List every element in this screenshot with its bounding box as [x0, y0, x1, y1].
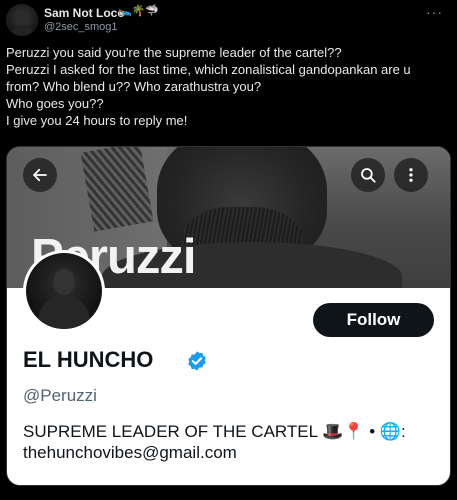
author-handle[interactable]: @2sec_smog1 [44, 21, 118, 33]
tweet-text-line: I give you 24 hours to reply me! [6, 113, 188, 128]
profile-bio: SUPREME LEADER OF THE CARTEL 🎩📍 • 🌐: the… [23, 421, 406, 463]
author-name[interactable]: Sam Not Loco [44, 6, 125, 20]
back-arrow-icon[interactable] [23, 158, 57, 192]
bio-email-link[interactable]: thehunchovibes@gmail.com [23, 442, 406, 463]
more-vertical-icon[interactable] [394, 158, 428, 192]
tweet-text-line: Peruzzi you said you're the supreme lead… [6, 45, 342, 60]
profile-display-name: EL HUNCHO [23, 347, 154, 372]
profile-handle: @Peruzzi [23, 386, 97, 405]
author-avatar[interactable] [6, 4, 38, 36]
search-icon[interactable] [351, 158, 385, 192]
verified-badge-icon [188, 351, 206, 371]
author-name-emojis: 🛌🌴🦈 [118, 5, 160, 17]
tweet-text: Peruzzi you said you're the supreme lead… [6, 44, 446, 129]
profile-screenshot-card[interactable]: Peruzzi Follow EL HUNCHO @Peruzzi SUPREM… [6, 146, 451, 486]
tweet-text-line: Who goes you?? [6, 96, 104, 111]
follow-button[interactable]: Follow [313, 303, 434, 337]
tweet-text-line: from? Who blend u?? Who zarathustra you? [6, 79, 262, 94]
tweet: Sam Not Loco 🛌🌴🦈 @2sec_smog1 ··· Peruzzi… [0, 0, 457, 500]
more-dots-icon[interactable]: ··· [426, 4, 443, 20]
tweet-text-line: Peruzzi I asked for the last time, which… [6, 62, 411, 77]
profile-avatar[interactable] [23, 250, 105, 332]
bio-line: SUPREME LEADER OF THE CARTEL 🎩📍 • 🌐: [23, 422, 406, 441]
